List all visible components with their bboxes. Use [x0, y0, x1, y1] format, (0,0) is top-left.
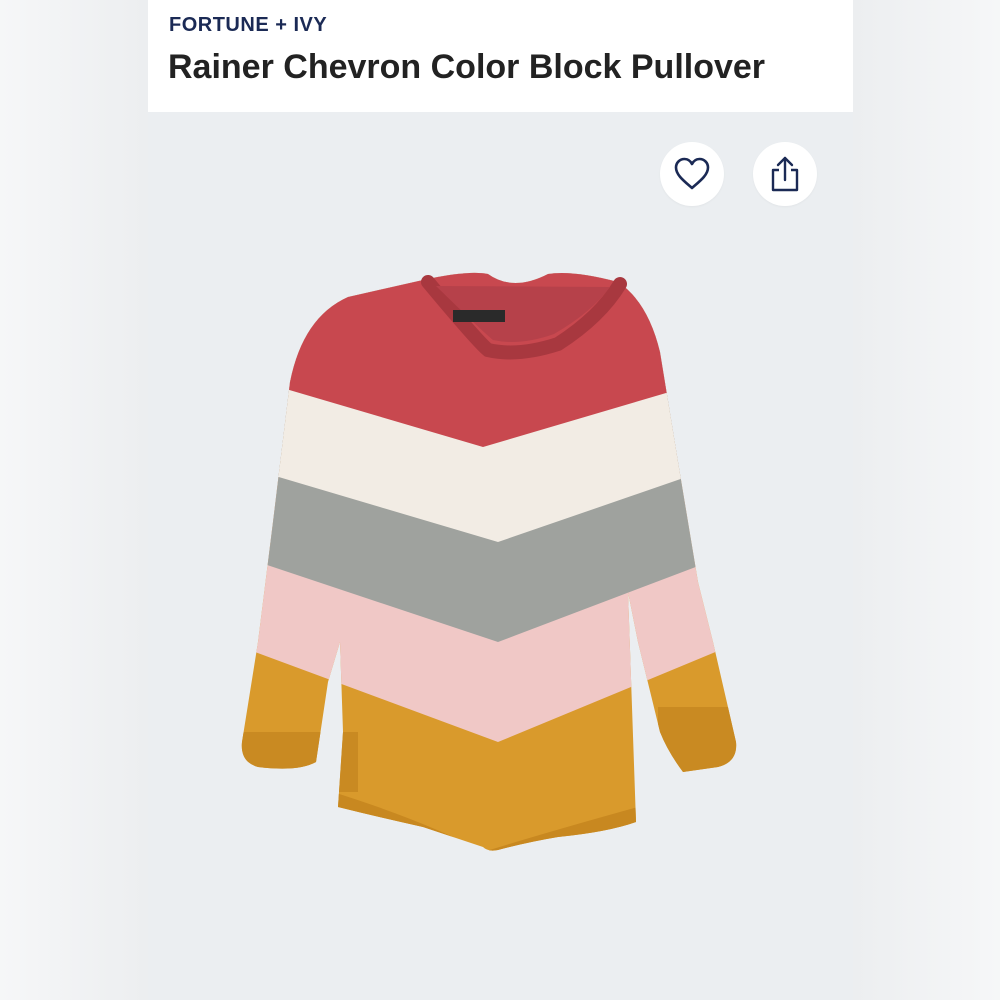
left-margin — [0, 0, 148, 1000]
product-header: FORTUNE + IVY Rainer Chevron Color Block… — [148, 0, 853, 112]
product-card: FORTUNE + IVY Rainer Chevron Color Block… — [148, 0, 853, 1000]
favorite-button[interactable] — [660, 142, 724, 206]
share-button[interactable] — [753, 142, 817, 206]
sweater-image — [241, 272, 737, 851]
brand-name[interactable]: FORTUNE + IVY — [169, 14, 327, 37]
heart-outline-icon — [674, 157, 710, 190]
product-title: Rainer Chevron Color Block Pullover — [168, 48, 766, 86]
share-upload-icon — [771, 156, 799, 192]
product-photo[interactable] — [148, 112, 853, 1000]
right-margin — [852, 0, 1000, 1000]
